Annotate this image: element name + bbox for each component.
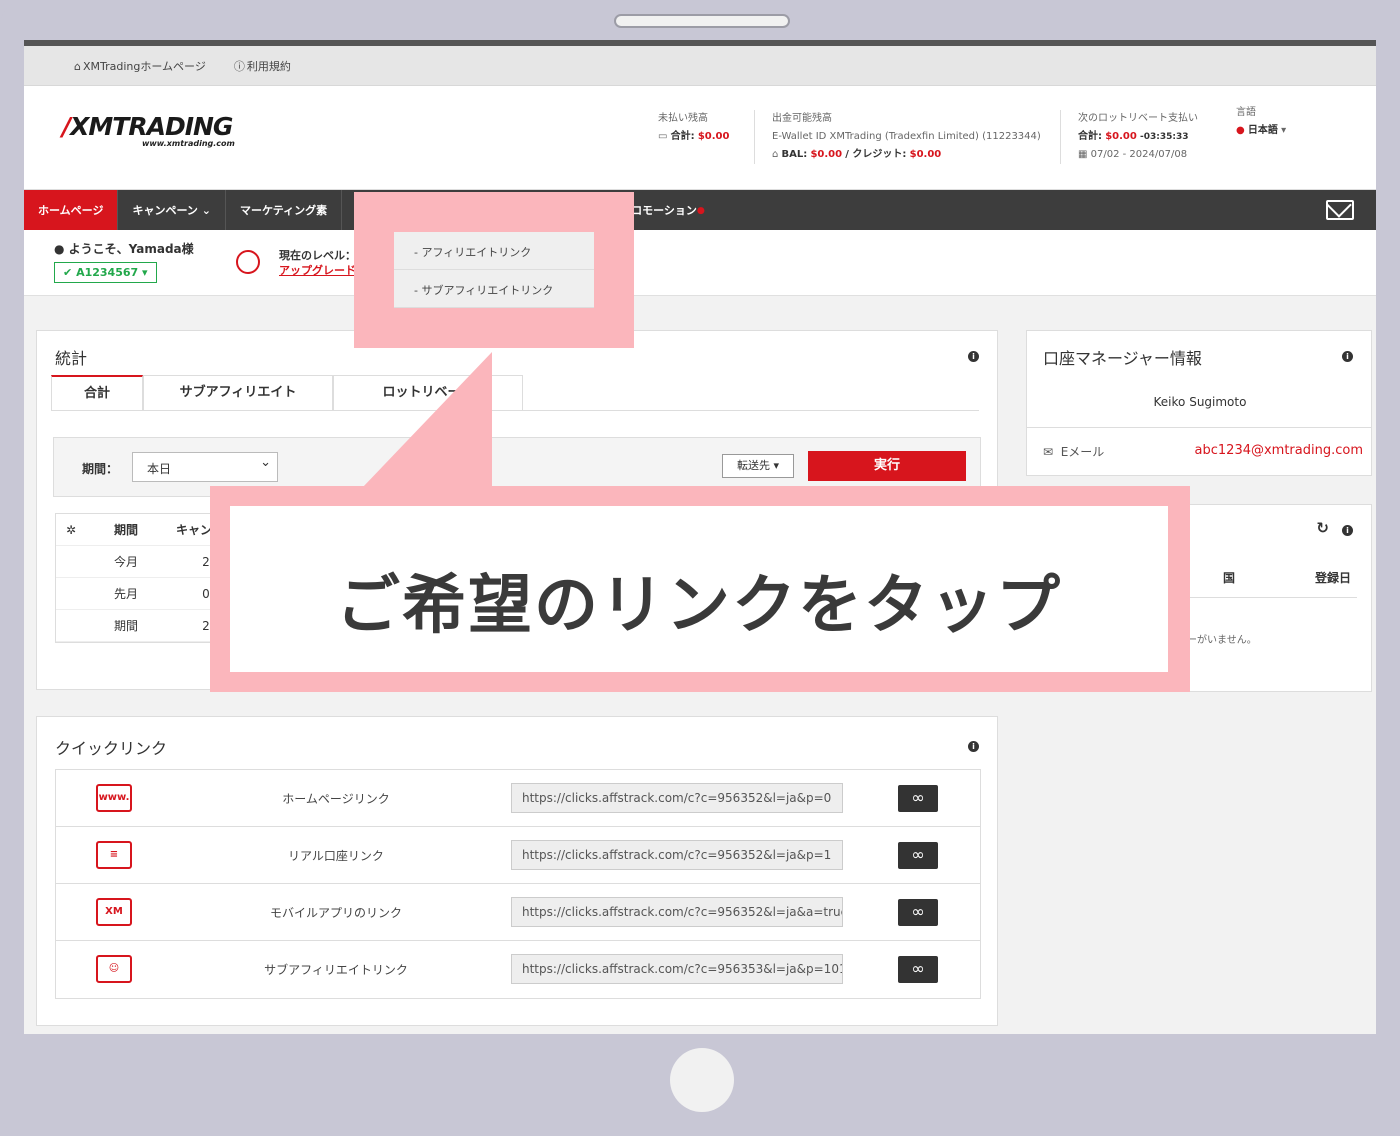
- nav-marketing[interactable]: マーケティング素: [226, 190, 343, 230]
- manager-name: Keiko Sugimoto: [1153, 395, 1247, 409]
- welcome-text: ● ようこそ、Yamada様: [54, 242, 194, 256]
- device-home-button: [670, 1048, 734, 1112]
- tab-total[interactable]: 合計: [51, 375, 143, 410]
- refresh-icon[interactable]: ↻: [1316, 519, 1329, 537]
- envelope-icon: ✉: [1043, 445, 1054, 459]
- level-info: 現在のレベル： アップグレード: [279, 249, 356, 278]
- terms-link[interactable]: ⓘ 利用規約: [234, 58, 291, 74]
- forward-dropdown[interactable]: 転送先 ▾: [722, 454, 794, 478]
- menu-item-affiliate-link[interactable]: - アフィリエイトリンク: [394, 232, 594, 270]
- quick-link-row: www. ホームページリンク https://clicks.affstrack.…: [56, 770, 980, 827]
- link-url-field[interactable]: https://clicks.affstrack.com/c?c=956352&…: [511, 897, 843, 927]
- instruction-callout: ご希望のリンクをタップ: [210, 486, 1190, 692]
- affiliate-link-dropdown: - アフィリエイトリンク - サブアフィリエイトリンク: [394, 232, 594, 308]
- quick-link-row: ☺ サブアフィリエイトリンク https://clicks.affstrack.…: [56, 941, 980, 998]
- upgrade-link[interactable]: アップグレード: [279, 263, 356, 278]
- panel-title: クイックリンク: [55, 739, 168, 758]
- card-icon: ▭: [658, 131, 668, 142]
- caret-down-icon: ▾: [1281, 125, 1287, 136]
- unpaid-balance: 未払い残高 ▭ 合計: $0.00: [658, 113, 730, 142]
- account-manager-panel: 口座マネージャー情報 i Keiko Sugimoto ✉ Eメール abc12…: [1026, 330, 1372, 476]
- top-links-bar: ⌂ XMTradingホームページ ⓘ 利用規約: [24, 46, 1376, 86]
- chevron-down-icon: ⌄: [201, 203, 211, 217]
- withdrawable-balance: 出金可能残高 E-Wallet ID XMTrading (Tradexfin …: [772, 113, 1041, 160]
- bank-icon: ⌂: [772, 149, 779, 160]
- mail-icon[interactable]: [1326, 200, 1354, 220]
- account-selector[interactable]: ✔ A1234567 ▾: [54, 262, 157, 283]
- user-icon: ●: [54, 242, 65, 256]
- copy-link-icon[interactable]: ∞: [898, 899, 938, 926]
- house-icon: ⌂: [74, 59, 81, 73]
- www-icon: www.: [96, 784, 132, 812]
- site-header: /XMTRADING www.xmtrading.com 未払い残高 ▭ 合計:…: [24, 86, 1376, 190]
- gear-icon[interactable]: ✲: [56, 523, 86, 537]
- quick-links-panel: クイックリンク i www. ホームページリンク https://clicks.…: [36, 716, 998, 1026]
- sub-affiliate-icon: ☺: [96, 955, 132, 983]
- xmtrading-logo[interactable]: /XMTRADING www.xmtrading.com: [62, 112, 235, 148]
- document-icon: ≡: [96, 841, 132, 869]
- link-url-field[interactable]: https://clicks.affstrack.com/c?c=956352&…: [511, 840, 843, 870]
- email-label: ✉ Eメール: [1043, 445, 1105, 459]
- menu-item-sub-affiliate-link[interactable]: - サブアフィリエイトリンク: [394, 270, 594, 308]
- divider: [1060, 110, 1061, 164]
- home-page-link[interactable]: ⌂ XMTradingホームページ: [74, 58, 206, 74]
- link-url-field[interactable]: https://clicks.affstrack.com/c?c=956353&…: [511, 954, 843, 984]
- user-level-icon: [236, 250, 260, 274]
- nav-campaign[interactable]: キャンペーン ⌄: [118, 190, 226, 230]
- manager-email[interactable]: abc1234@xmtrading.com: [1195, 443, 1363, 458]
- callout-pointer: [362, 352, 492, 488]
- nav-home[interactable]: ホームページ: [24, 190, 119, 230]
- divider: [754, 110, 755, 164]
- copy-link-icon[interactable]: ∞: [898, 956, 938, 983]
- tablet-frame: ⌂ XMTradingホームページ ⓘ 利用規約 /XMTRADING www.xm…: [0, 0, 1400, 1136]
- speaker-grille: [614, 14, 790, 28]
- copy-link-icon[interactable]: ∞: [898, 842, 938, 869]
- quick-link-row: XM モバイルアプリのリンク https://clicks.affstrack.…: [56, 884, 980, 941]
- check-circle-icon: ✔: [63, 266, 73, 279]
- tab-sub-affiliate[interactable]: サブアフィリエイト: [143, 375, 333, 410]
- instruction-text: ご希望のリンクをタップ: [336, 569, 1062, 643]
- mobile-app-icon: XM: [96, 898, 132, 926]
- main-nav: ホームページ キャンペーン ⌄ マーケティング素 プロモーション ●: [24, 190, 1376, 230]
- copy-link-icon[interactable]: ∞: [898, 785, 938, 812]
- info-icon[interactable]: i: [1342, 525, 1353, 536]
- calendar-icon: ▦: [1078, 149, 1088, 160]
- link-url-field[interactable]: https://clicks.affstrack.com/c?c=956352&…: [511, 783, 843, 813]
- stats-tabs: 合計 サブアフィリエイト ロットリベート: [51, 375, 979, 411]
- next-rebate: 次のロットリベート支払い 合計: $0.00 -03:35:33 ▦ 07/02…: [1078, 113, 1198, 160]
- info-icon[interactable]: i: [1342, 351, 1353, 362]
- execute-button[interactable]: 実行: [808, 451, 966, 481]
- period-select[interactable]: 本日: [132, 452, 278, 482]
- language-selector[interactable]: 言語 ● 日本語 ▾: [1236, 104, 1286, 140]
- info-circle-icon: ⓘ: [233, 59, 245, 73]
- panel-title: 統計: [55, 349, 88, 368]
- japan-flag-icon: ●: [1236, 125, 1245, 136]
- info-icon[interactable]: i: [968, 741, 979, 752]
- quick-links-table: www. ホームページリンク https://clicks.affstrack.…: [55, 769, 981, 999]
- info-icon[interactable]: i: [968, 351, 979, 362]
- quick-link-row: ≡ リアル口座リンク https://clicks.affstrack.com/…: [56, 827, 980, 884]
- user-bar: ● ようこそ、Yamada様 ✔ A1234567 ▾ 現在のレベル： アップグ…: [24, 230, 1376, 296]
- panel-title: 口座マネージャー情報: [1043, 349, 1202, 368]
